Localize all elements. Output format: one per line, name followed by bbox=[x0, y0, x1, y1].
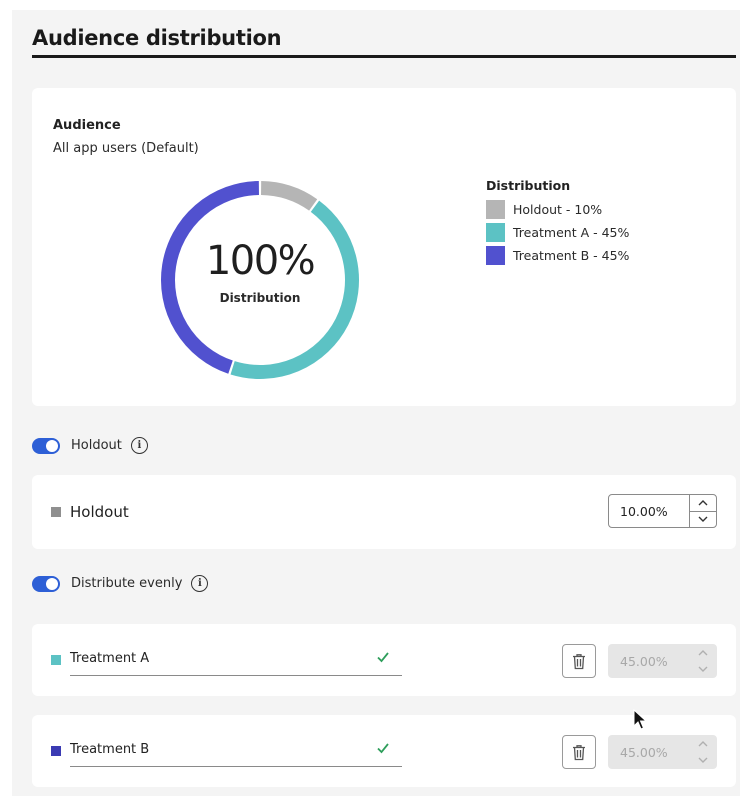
treatment-b-percentage-stepper: 45.00% bbox=[608, 735, 717, 769]
legend-label-treatment-b: Treatment B - 45% bbox=[513, 248, 630, 263]
treatment-b-percentage-input[interactable]: 45.00% bbox=[609, 736, 689, 768]
trash-icon bbox=[573, 744, 585, 760]
treatment-b-name-field[interactable]: Treatment B bbox=[70, 739, 402, 767]
legend-title: Distribution bbox=[486, 178, 571, 193]
treatment-a-name-field[interactable]: Treatment A bbox=[70, 648, 402, 676]
mouse-cursor-icon bbox=[633, 709, 647, 730]
legend-swatch-treatment-a bbox=[486, 223, 505, 242]
legend-item-treatment-b: Treatment B - 45% bbox=[486, 244, 629, 267]
holdout-percentage-stepper: 10.00% bbox=[608, 494, 717, 528]
holdout-swatch bbox=[51, 507, 61, 517]
delete-treatment-a-button[interactable] bbox=[562, 644, 596, 678]
treatment-b-increment-button[interactable] bbox=[689, 736, 716, 752]
legend-swatch-holdout bbox=[486, 200, 505, 219]
trash-icon bbox=[573, 653, 585, 669]
treatment-b-swatch bbox=[51, 746, 61, 756]
donut-slice-treatment-a bbox=[230, 200, 359, 379]
holdout-percentage-input[interactable]: 10.00% bbox=[609, 495, 689, 527]
holdout-toggle-row: Holdout i bbox=[32, 437, 148, 454]
chevron-up-icon bbox=[698, 741, 707, 747]
holdout-toggle-label: Holdout bbox=[71, 438, 122, 453]
treatment-row: Treatment B 45.00% bbox=[32, 715, 736, 787]
audience-distribution-panel: Audience distribution Audience All app u… bbox=[12, 10, 740, 796]
legend-label-holdout: Holdout - 10% bbox=[513, 202, 603, 217]
title-divider bbox=[32, 55, 736, 58]
holdout-increment-button[interactable] bbox=[690, 495, 716, 511]
treatment-a-decrement-button[interactable] bbox=[689, 661, 716, 677]
legend-item-treatment-a: Treatment A - 45% bbox=[486, 221, 629, 244]
treatment-b-name: Treatment B bbox=[70, 742, 150, 757]
page-title: Audience distribution bbox=[32, 26, 282, 50]
distribute-evenly-label: Distribute evenly bbox=[71, 576, 183, 591]
chevron-down-icon bbox=[698, 757, 707, 763]
chevron-up-icon bbox=[698, 499, 708, 506]
donut-center-label: Distribution bbox=[219, 291, 301, 305]
treatment-b-stepper-buttons bbox=[689, 736, 716, 768]
checkmark-icon bbox=[377, 652, 389, 663]
audience-value: All app users (Default) bbox=[53, 141, 199, 156]
chevron-up-icon bbox=[698, 650, 707, 656]
chevron-down-icon bbox=[698, 666, 707, 672]
info-icon[interactable]: i bbox=[191, 575, 209, 592]
holdout-row-label: Holdout bbox=[70, 503, 129, 521]
holdout-stepper-buttons bbox=[689, 495, 716, 527]
treatment-b-decrement-button[interactable] bbox=[689, 752, 716, 768]
chevron-down-icon bbox=[698, 516, 708, 523]
checkmark-icon bbox=[377, 743, 389, 754]
legend-swatch-treatment-b bbox=[486, 246, 505, 265]
donut-center-value: 100% bbox=[205, 238, 316, 284]
legend-item-holdout: Holdout - 10% bbox=[486, 198, 629, 221]
treatment-a-name: Treatment A bbox=[70, 651, 150, 666]
treatment-a-increment-button[interactable] bbox=[689, 645, 716, 661]
distribute-evenly-toggle-switch[interactable] bbox=[32, 575, 60, 592]
holdout-toggle-switch[interactable] bbox=[32, 437, 60, 454]
holdout-row: Holdout 10.00% bbox=[32, 475, 736, 549]
delete-treatment-b-button[interactable] bbox=[562, 735, 596, 769]
chart-legend: Distribution Holdout - 10% Treatment A -… bbox=[486, 178, 629, 267]
donut-slice-holdout bbox=[260, 181, 318, 211]
info-icon[interactable]: i bbox=[130, 437, 148, 454]
holdout-decrement-button[interactable] bbox=[690, 510, 716, 528]
audience-card: Audience All app users (Default) 100% Di… bbox=[32, 88, 736, 406]
treatment-a-percentage-input[interactable]: 45.00% bbox=[609, 645, 689, 677]
treatment-a-stepper-buttons bbox=[689, 645, 716, 677]
treatment-a-swatch bbox=[51, 655, 61, 665]
treatment-row: Treatment A 45.00% bbox=[32, 624, 736, 696]
distribute-evenly-toggle-row: Distribute evenly i bbox=[32, 575, 209, 592]
legend-label-treatment-a: Treatment A - 45% bbox=[513, 225, 630, 240]
treatment-a-percentage-stepper: 45.00% bbox=[608, 644, 717, 678]
audience-label: Audience bbox=[53, 118, 121, 133]
